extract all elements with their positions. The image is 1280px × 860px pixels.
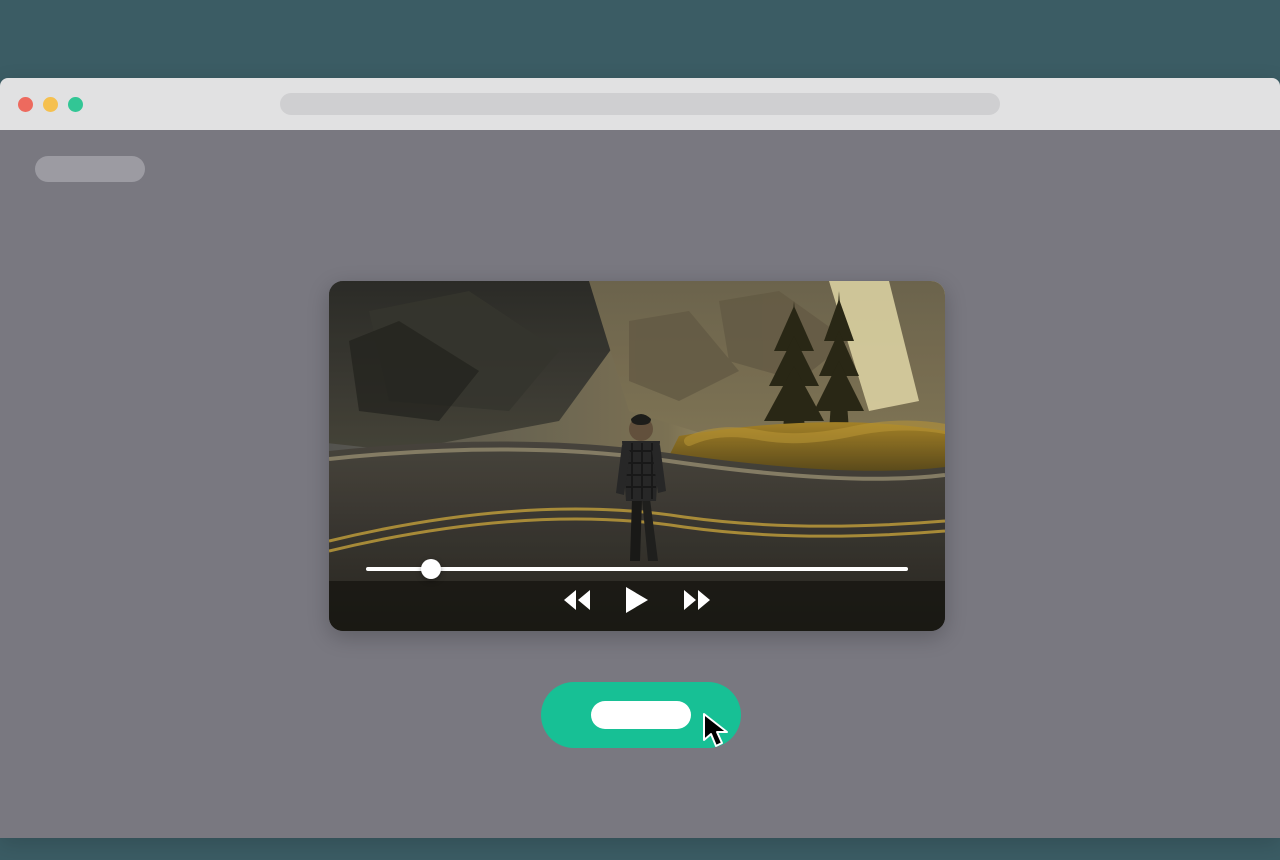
close-window-button[interactable] [18, 97, 33, 112]
title-bar [0, 78, 1280, 130]
address-bar[interactable] [280, 93, 1000, 115]
play-button[interactable] [624, 585, 650, 615]
rewind-button[interactable] [560, 588, 594, 612]
transport-controls [560, 585, 714, 615]
cta-button[interactable] [541, 682, 741, 748]
page-title-placeholder [35, 156, 145, 182]
maximize-window-button[interactable] [68, 97, 83, 112]
progress-thumb[interactable] [421, 559, 441, 579]
play-icon [624, 585, 650, 615]
video-player[interactable] [329, 281, 945, 631]
browser-window [0, 78, 1280, 838]
fast-forward-button[interactable] [680, 588, 714, 612]
minimize-window-button[interactable] [43, 97, 58, 112]
progress-bar[interactable] [366, 567, 908, 571]
rewind-icon [560, 588, 594, 612]
fast-forward-icon [680, 588, 714, 612]
cta-label-placeholder [591, 701, 691, 729]
traffic-lights [18, 97, 83, 112]
page-viewport [0, 130, 1280, 838]
video-controls [329, 511, 945, 631]
